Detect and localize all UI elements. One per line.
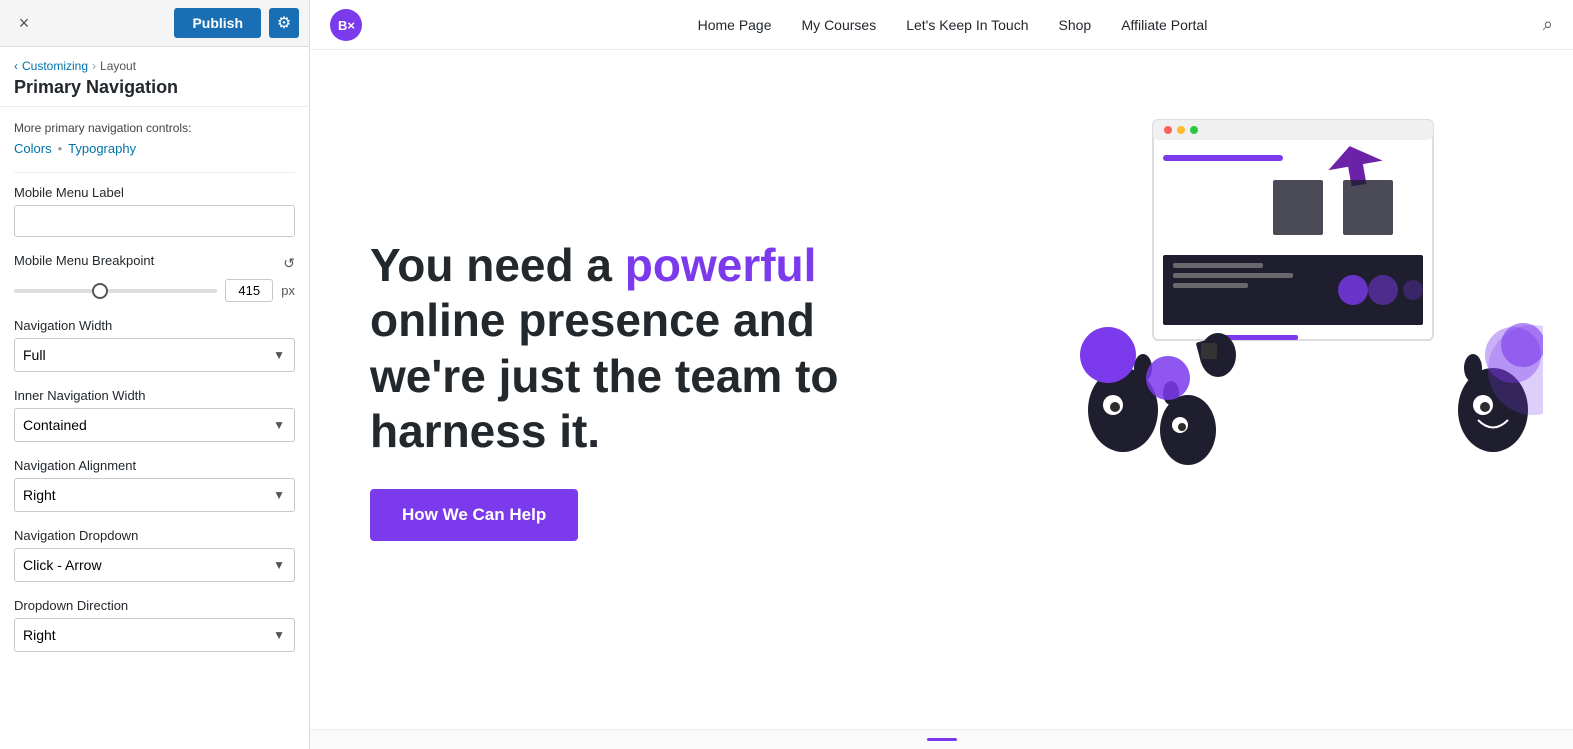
bottom-bar xyxy=(310,729,1573,749)
dropdown-direction-label: Dropdown Direction xyxy=(14,598,295,613)
mobile-menu-label-input[interactable] xyxy=(14,205,295,237)
panel-title: Primary Navigation xyxy=(14,77,295,98)
nav-dropdown-label: Navigation Dropdown xyxy=(14,528,295,543)
typography-link[interactable]: Typography xyxy=(68,141,136,156)
cta-button[interactable]: How We Can Help xyxy=(370,489,578,541)
nav-affiliate-portal[interactable]: Affiliate Portal xyxy=(1121,17,1207,33)
inner-nav-width-label: Inner Navigation Width xyxy=(14,388,295,403)
more-controls-section: More primary navigation controls: Colors… xyxy=(14,121,295,156)
dropdown-direction-wrapper: Right Left ▼ xyxy=(14,618,295,652)
panel-body: More primary navigation controls: Colors… xyxy=(0,107,309,749)
dot-separator: • xyxy=(58,141,63,156)
nav-width-select[interactable]: Full Contained xyxy=(14,338,295,372)
hero-illustration xyxy=(1043,100,1543,480)
search-icon[interactable]: ⌕ xyxy=(1543,14,1553,35)
nav-alignment-section: Navigation Alignment Right Left Center ▼ xyxy=(14,458,295,512)
hero-headline-accent: powerful xyxy=(625,239,817,291)
hero-area: You need a powerful online presence and … xyxy=(310,50,1573,729)
nav-dropdown-select[interactable]: Click - Arrow Hover Click xyxy=(14,548,295,582)
breakpoint-unit: px xyxy=(281,283,295,298)
mobile-menu-breakpoint-label: Mobile Menu Breakpoint xyxy=(14,253,154,268)
layout-link: Layout xyxy=(100,59,136,73)
hero-headline-part2: online presence and we're just the team … xyxy=(370,294,839,456)
site-nav: B× Home Page My Courses Let's Keep In To… xyxy=(310,0,1573,50)
nav-alignment-label: Navigation Alignment xyxy=(14,458,295,473)
breadcrumb-separator: › xyxy=(92,59,96,73)
close-button[interactable]: × xyxy=(10,9,38,37)
hero-headline: You need a powerful online presence and … xyxy=(370,238,930,459)
pagination-dot xyxy=(927,738,957,741)
hero-text: You need a powerful online presence and … xyxy=(370,238,930,541)
settings-button[interactable]: ⚙ xyxy=(269,8,299,38)
main-area: B× Home Page My Courses Let's Keep In To… xyxy=(310,0,1573,749)
colors-link[interactable]: Colors xyxy=(14,141,52,156)
mobile-menu-label-section: Mobile Menu Label xyxy=(14,185,295,237)
nav-width-wrapper: Full Contained ▼ xyxy=(14,338,295,372)
more-controls-label: More primary navigation controls: xyxy=(14,121,295,135)
customizing-link[interactable]: Customizing xyxy=(22,59,88,73)
mobile-menu-breakpoint-section: Mobile Menu Breakpoint ↺ 415 px xyxy=(14,253,295,302)
back-arrow[interactable]: ‹ xyxy=(14,59,18,73)
inner-nav-width-wrapper: Contained Full ▼ xyxy=(14,408,295,442)
nav-alignment-select[interactable]: Right Left Center xyxy=(14,478,295,512)
svg-text:B×: B× xyxy=(338,18,355,33)
nav-home-page[interactable]: Home Page xyxy=(698,17,772,33)
slider-row: 415 px xyxy=(14,279,295,302)
breakpoint-slider[interactable] xyxy=(14,289,217,293)
nav-width-label: Navigation Width xyxy=(14,318,295,333)
mobile-menu-label-field-label: Mobile Menu Label xyxy=(14,185,295,200)
breadcrumb: ‹ Customizing › Layout xyxy=(14,59,295,73)
nav-dropdown-section: Navigation Dropdown Click - Arrow Hover … xyxy=(14,528,295,582)
nav-alignment-wrapper: Right Left Center ▼ xyxy=(14,478,295,512)
site-logo: B× xyxy=(330,9,362,41)
publish-button[interactable]: Publish xyxy=(174,8,261,38)
nav-my-courses[interactable]: My Courses xyxy=(802,17,877,33)
nav-dropdown-wrapper: Click - Arrow Hover Click ▼ xyxy=(14,548,295,582)
nav-width-section: Navigation Width Full Contained ▼ xyxy=(14,318,295,372)
dropdown-direction-select[interactable]: Right Left xyxy=(14,618,295,652)
dropdown-direction-section: Dropdown Direction Right Left ▼ xyxy=(14,598,295,652)
inner-nav-width-select[interactable]: Contained Full xyxy=(14,408,295,442)
reset-icon[interactable]: ↺ xyxy=(283,255,295,272)
nav-lets-keep[interactable]: Let's Keep In Touch xyxy=(906,17,1028,33)
inner-nav-width-section: Inner Navigation Width Contained Full ▼ xyxy=(14,388,295,442)
logo-circle: B× xyxy=(330,9,362,41)
nav-shop[interactable]: Shop xyxy=(1058,17,1091,33)
hero-headline-part1: You need a xyxy=(370,239,625,291)
breakpoint-value-input[interactable]: 415 xyxy=(225,279,273,302)
panel-header: ‹ Customizing › Layout Primary Navigatio… xyxy=(0,47,309,107)
left-panel: × Publish ⚙ ‹ Customizing › Layout Prima… xyxy=(0,0,310,749)
links-row: Colors • Typography xyxy=(14,141,295,156)
site-nav-links: Home Page My Courses Let's Keep In Touch… xyxy=(392,17,1513,33)
top-bar: × Publish ⚙ xyxy=(0,0,309,47)
